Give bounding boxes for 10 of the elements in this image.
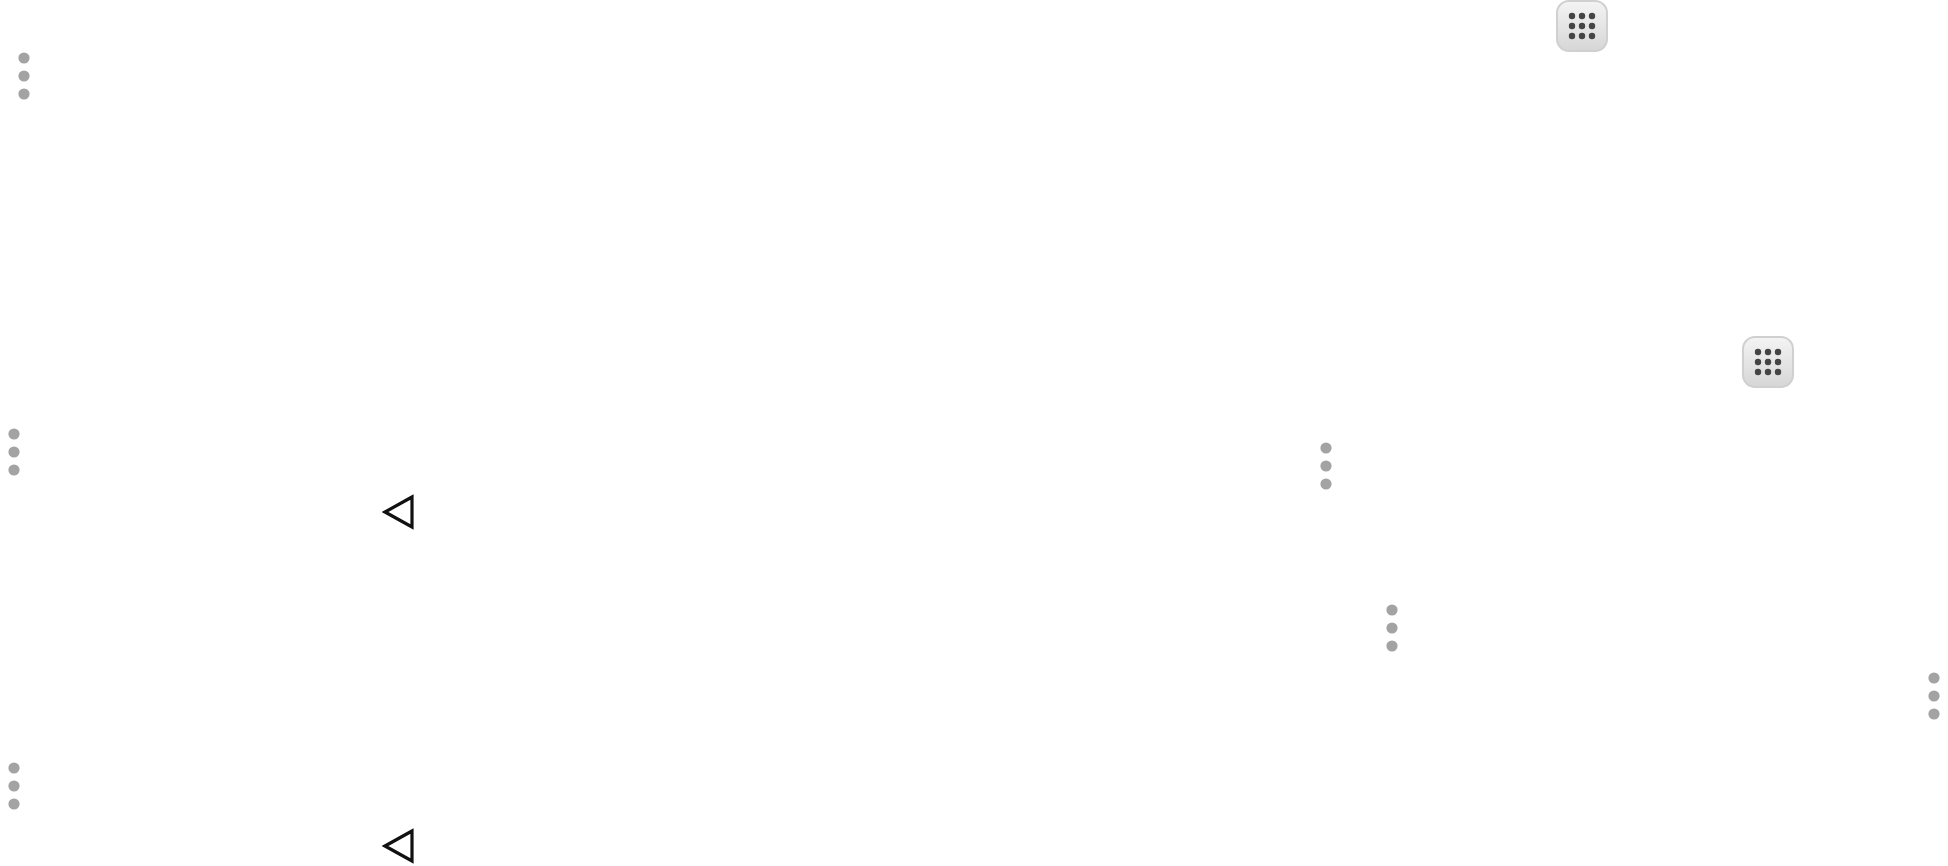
app-grid-icon[interactable] [1556,0,1608,52]
more-options-icon[interactable] [8,762,20,810]
more-options-icon[interactable] [18,52,30,100]
more-options-icon[interactable] [1386,604,1398,652]
more-options-icon[interactable] [1320,442,1332,490]
more-options-icon[interactable] [1928,672,1940,720]
back-icon[interactable] [382,828,414,864]
more-options-icon[interactable] [8,428,20,476]
app-grid-icon[interactable] [1742,336,1794,388]
back-icon[interactable] [382,494,414,530]
